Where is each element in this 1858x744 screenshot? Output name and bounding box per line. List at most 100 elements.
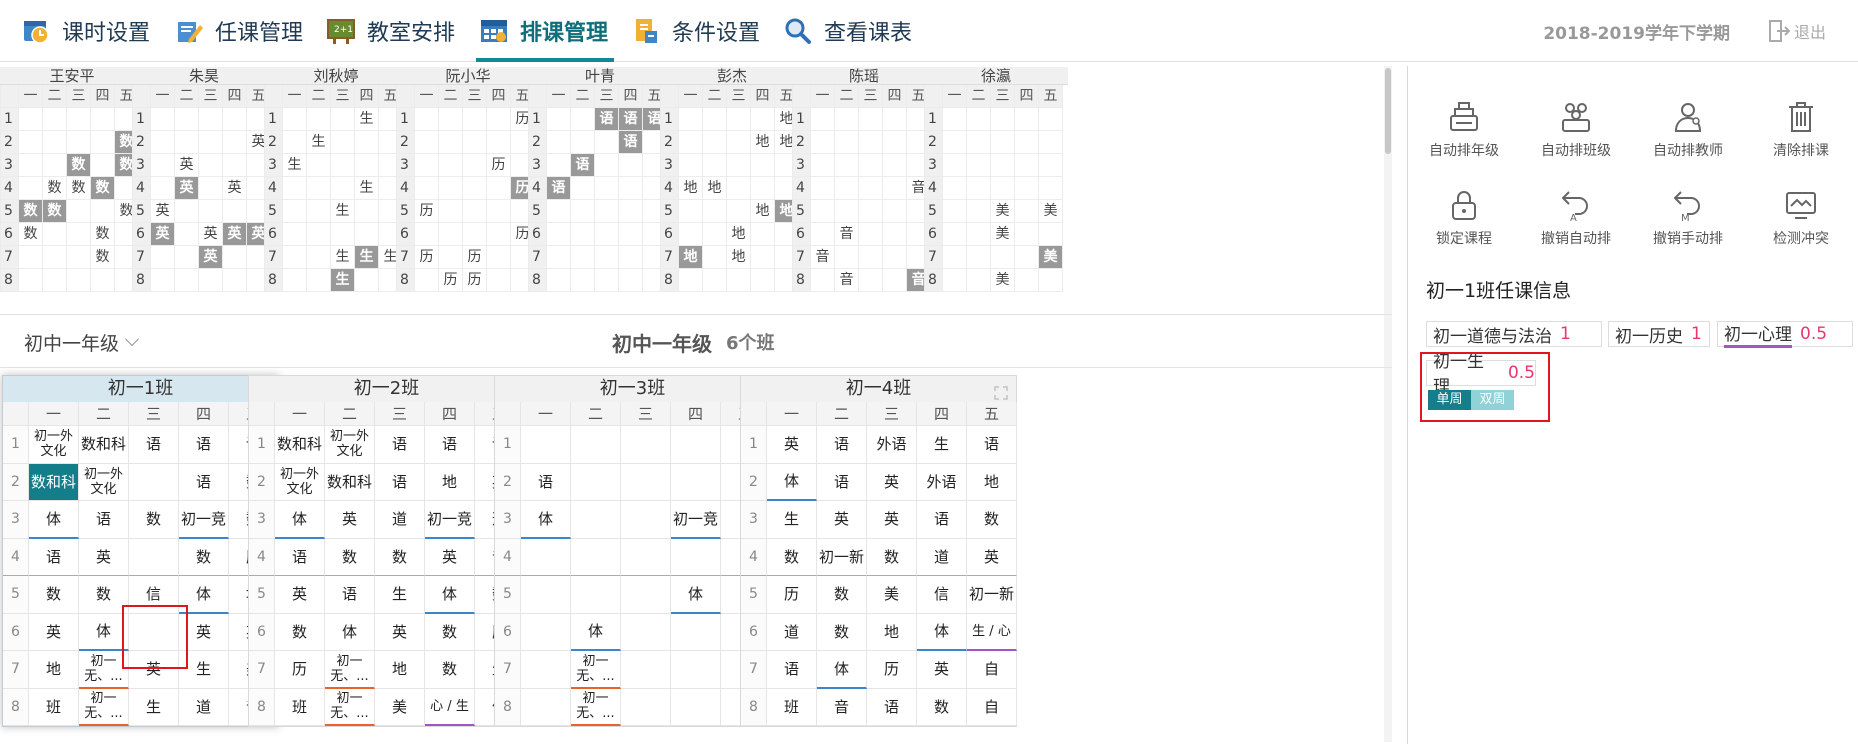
teacher-slot[interactable] — [307, 246, 331, 269]
teacher-slot[interactable] — [547, 200, 571, 223]
teacher-slot[interactable] — [811, 108, 835, 131]
teacher-slot[interactable] — [331, 223, 355, 246]
teacher-slot[interactable] — [751, 269, 775, 292]
teacher-slot[interactable] — [355, 154, 379, 177]
class-slot[interactable]: 数和科 — [325, 463, 375, 501]
teacher-slot[interactable] — [943, 177, 967, 200]
class-slot[interactable]: 初一新 — [967, 576, 1017, 614]
teacher-slot[interactable] — [331, 131, 355, 154]
teacher-slot[interactable] — [835, 177, 859, 200]
teacher-slot[interactable] — [415, 131, 439, 154]
teacher-slot[interactable] — [199, 131, 223, 154]
teacher-slot[interactable] — [151, 108, 175, 131]
class-slot[interactable]: 体 — [79, 613, 129, 651]
teacher-slot[interactable] — [571, 246, 595, 269]
class-slot[interactable]: 体 — [917, 613, 967, 651]
teacher-slot[interactable] — [199, 154, 223, 177]
class-slot[interactable]: 初一无、... — [325, 688, 375, 726]
teacher-slot[interactable] — [547, 154, 571, 177]
teacher-slot[interactable] — [415, 108, 439, 131]
class-slot[interactable]: 数 — [275, 613, 325, 651]
class-slot[interactable]: 英 — [129, 651, 179, 689]
class-slot[interactable]: 生 — [375, 576, 425, 614]
logout-button[interactable]: 退出 — [1768, 0, 1826, 62]
teacher-slot[interactable] — [943, 108, 967, 131]
class-slot[interactable]: 美 — [867, 576, 917, 614]
teacher-slot[interactable] — [439, 108, 463, 131]
class-slot[interactable]: 数 — [767, 538, 817, 576]
class-slot[interactable]: 语 — [817, 463, 867, 501]
class-slot[interactable] — [671, 426, 721, 464]
class-slot[interactable]: 语 — [275, 538, 325, 576]
teacher-slot[interactable] — [307, 177, 331, 200]
teacher-slot[interactable] — [19, 246, 43, 269]
teacher-slot[interactable] — [307, 154, 331, 177]
teacher-slot[interactable]: 英 — [199, 223, 223, 246]
teacher-slot[interactable]: 生 — [283, 154, 307, 177]
class-slot[interactable]: 语 — [425, 426, 475, 464]
teacher-slot[interactable] — [811, 131, 835, 154]
class-slot[interactable]: 体 — [571, 613, 621, 651]
teacher-slot[interactable]: 英 — [223, 177, 247, 200]
teacher-slot[interactable] — [43, 223, 67, 246]
class-slot[interactable]: 音 — [817, 688, 867, 726]
class-slot[interactable]: 班 — [275, 688, 325, 726]
class-slot[interactable] — [571, 538, 621, 576]
teacher-slot[interactable]: 历 — [487, 154, 511, 177]
teacher-slot[interactable] — [883, 108, 907, 131]
teacher-slot[interactable] — [571, 269, 595, 292]
teacher-slot[interactable] — [547, 131, 571, 154]
class-slot[interactable]: 初一新 — [817, 538, 867, 576]
teacher-slot[interactable] — [703, 108, 727, 131]
class-slot[interactable]: 英 — [867, 501, 917, 539]
teacher-slot[interactable] — [67, 200, 91, 223]
class-slot[interactable]: 数 — [917, 688, 967, 726]
teacher-slot[interactable] — [1039, 108, 1063, 131]
teacher-slot[interactable] — [967, 269, 991, 292]
teacher-slot[interactable] — [223, 154, 247, 177]
teacher-slot[interactable] — [43, 108, 67, 131]
teacher-slot[interactable] — [547, 223, 571, 246]
class-slot[interactable] — [521, 613, 571, 651]
teacher-slot[interactable]: 美 — [991, 223, 1015, 246]
course-tag-physiology[interactable]: 初一生理 0.5 — [1426, 352, 1536, 400]
nav-schedule-mgmt[interactable]: 排课管理 — [476, 0, 615, 62]
class-slot[interactable] — [621, 426, 671, 464]
teacher-slot[interactable] — [679, 131, 703, 154]
teacher-slot[interactable]: 历 — [415, 200, 439, 223]
teacher-slot[interactable] — [43, 154, 67, 177]
teacher-slot[interactable] — [463, 223, 487, 246]
class-slot[interactable]: 语 — [967, 426, 1017, 464]
teacher-slot[interactable] — [943, 223, 967, 246]
teacher-slot[interactable]: 地 — [679, 177, 703, 200]
teacher-slot[interactable] — [67, 131, 91, 154]
nav-conditions[interactable]: 条件设置 — [632, 0, 760, 62]
teacher-slot[interactable]: 音 — [835, 223, 859, 246]
teacher-slot[interactable] — [1039, 131, 1063, 154]
teacher-slot[interactable] — [883, 154, 907, 177]
teacher-slot[interactable]: 地 — [751, 131, 775, 154]
teacher-slot[interactable] — [547, 108, 571, 131]
teacher-slot[interactable] — [19, 108, 43, 131]
teacher-slot[interactable]: 历 — [415, 246, 439, 269]
teacher-slot[interactable] — [151, 246, 175, 269]
teacher-slot[interactable] — [283, 177, 307, 200]
teacher-slot[interactable] — [727, 200, 751, 223]
teacher-slot[interactable] — [859, 154, 883, 177]
class-slot[interactable]: 数 — [817, 576, 867, 614]
teacher-slot[interactable]: 语 — [571, 154, 595, 177]
teacher-slot[interactable] — [67, 246, 91, 269]
teacher-slot[interactable] — [703, 269, 727, 292]
class-slot[interactable] — [129, 463, 179, 501]
teacher-slot[interactable] — [1015, 108, 1039, 131]
teacher-slot[interactable] — [91, 269, 115, 292]
class-slot[interactable]: 道 — [767, 613, 817, 651]
class-slot[interactable]: 数和科 — [29, 463, 79, 501]
class-slot[interactable]: 自 — [967, 688, 1017, 726]
teacher-slot[interactable]: 英 — [199, 246, 223, 269]
class-slot[interactable]: 地 — [375, 651, 425, 689]
teacher-slot[interactable] — [859, 269, 883, 292]
teacher-slot[interactable]: 语 — [595, 108, 619, 131]
teacher-slot[interactable] — [175, 246, 199, 269]
class-slot[interactable]: 数和科 — [79, 426, 129, 464]
